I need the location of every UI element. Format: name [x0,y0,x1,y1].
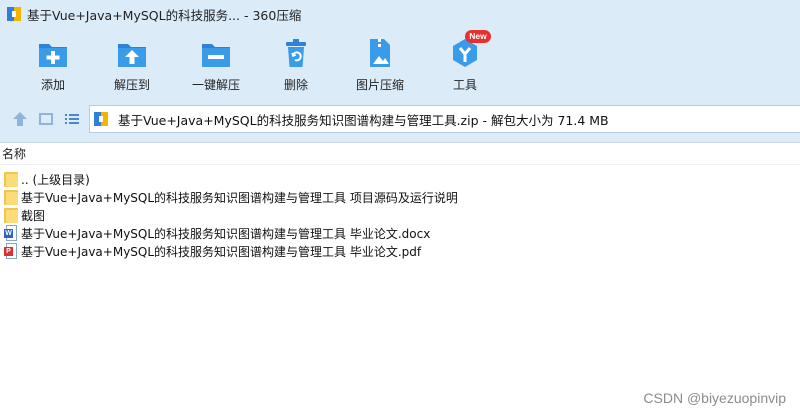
app-logo-icon [7,6,23,22]
list-item[interactable]: W 基于Vue+Java+MySQL的科技服务知识图谱构建与管理工具 毕业论文.… [0,224,800,242]
file-name: 截图 [21,208,46,223]
list-item[interactable]: 基于Vue+Java+MySQL的科技服务知识图谱构建与管理工具 项目源码及运行… [0,188,800,206]
up-folder-button[interactable] [10,109,30,129]
folder-icon [4,207,18,223]
delete-button[interactable]: 删除 [260,28,332,98]
address-bar: 基于Vue+Java+MySQL的科技服务知识图谱构建与管理工具.zip - 解… [0,104,800,134]
delete-label: 删除 [283,78,308,92]
image-compress-label: 图片压缩 [355,78,404,92]
extract-to-button[interactable]: 解压到 [92,28,172,98]
list-item[interactable]: P 基于Vue+Java+MySQL的科技服务知识图谱构建与管理工具 毕业论文.… [0,242,800,260]
app-window: 基于Vue+Java+MySQL的科技服务... - 360压缩 添加 解压到 … [0,0,800,417]
toolbar: 添加 解压到 一键解压 删除 图片压缩 New 工具 [0,28,800,98]
extract-to-label: 解压到 [113,78,150,92]
add-icon [36,36,70,70]
image-compress-button[interactable]: 图片压缩 [332,28,428,98]
list-item[interactable]: 截图 [0,206,800,224]
tools-button[interactable]: New 工具 [428,28,502,98]
tools-icon: New [448,30,491,70]
address-path: 基于Vue+Java+MySQL的科技服务知识图谱构建与管理工具.zip - 解… [118,112,609,128]
file-name: 基于Vue+Java+MySQL的科技服务知识图谱构建与管理工具 毕业论文.pd… [21,244,422,259]
thumbnail-view-button[interactable] [36,109,56,129]
column-name-label: 名称 [2,147,27,161]
window-title: 基于Vue+Java+MySQL的科技服务... - 360压缩 [27,7,302,23]
watermark: CSDN @biyezuopinvip [643,390,786,406]
zip-file-icon [94,111,110,127]
one-click-extract-label: 一键解压 [191,78,240,92]
tools-label: 工具 [452,78,477,92]
list-view-button[interactable] [62,109,82,129]
list-item-parent-dir[interactable]: .. (上级目录) [0,170,800,188]
file-list: 名称 .. (上级目录) 基于Vue+Java+MySQL的科技服务知识图谱构建… [0,142,800,417]
file-name: 基于Vue+Java+MySQL的科技服务知识图谱构建与管理工具 毕业论文.do… [21,226,431,241]
add-label: 添加 [40,78,65,92]
word-document-icon: W [4,225,18,241]
column-header-name[interactable]: 名称 [0,143,800,165]
arrow-up-icon [13,112,27,126]
one-click-extract-icon [199,36,233,70]
view-thumbnail-icon [39,113,53,125]
new-badge: New [465,30,491,43]
view-list-icon [65,114,79,124]
file-name: .. (上级目录) [21,172,90,187]
one-click-extract-button[interactable]: 一键解压 [172,28,260,98]
trash-icon [279,36,313,70]
file-name: 基于Vue+Java+MySQL的科技服务知识图谱构建与管理工具 项目源码及运行… [21,190,458,205]
pdf-document-icon: P [4,243,18,259]
image-compress-icon [363,36,397,70]
add-button[interactable]: 添加 [14,28,92,98]
folder-icon [4,171,18,187]
extract-to-icon [115,36,149,70]
folder-icon [4,189,18,205]
title-bar: 基于Vue+Java+MySQL的科技服务... - 360压缩 [0,0,800,28]
address-field[interactable]: 基于Vue+Java+MySQL的科技服务知识图谱构建与管理工具.zip - 解… [89,105,800,133]
